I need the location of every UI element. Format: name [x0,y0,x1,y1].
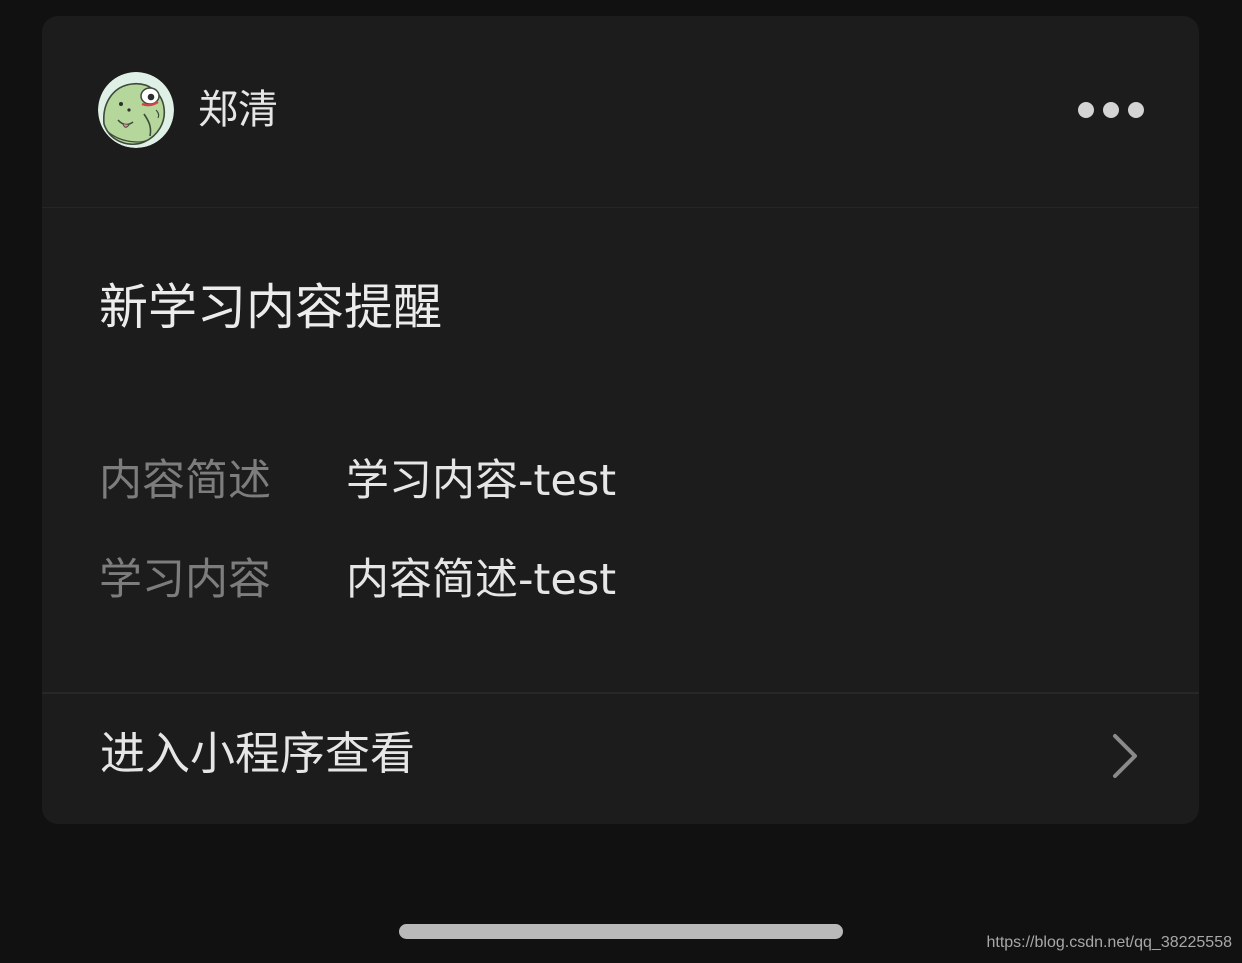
chevron-right-icon [1113,734,1137,778]
field-label: 学习内容 [99,555,271,605]
avatar[interactable] [98,72,174,148]
subscription-message-card: 郑清 新学习内容提醒 内容简述 学习内容-test 学习内容 内容简述-test… [42,16,1199,824]
open-mini-program-label: 进入小程序查看 [100,727,416,780]
open-mini-program-button[interactable]: 进入小程序查看 [42,694,1199,824]
watermark-text: https://blog.csdn.net/qq_38225558 [986,934,1232,951]
message-title: 新学习内容提醒 [99,279,443,336]
card-header: 郑清 [42,16,1199,208]
more-button[interactable] [1066,92,1156,128]
field-value: 学习内容-test [346,456,617,506]
home-indicator[interactable] [399,924,843,939]
field-label: 内容简述 [99,456,271,506]
field-row-brief: 内容简述 学习内容-test [99,453,1149,509]
field-row-content: 学习内容 内容简述-test [99,552,1149,608]
card-body: 新学习内容提醒 内容简述 学习内容-test 学习内容 内容简述-test [42,208,1199,692]
more-dots-icon [1078,102,1144,118]
sender-name: 郑清 [198,87,278,133]
field-value: 内容简述-test [346,555,617,605]
frog-avatar-icon [98,72,174,148]
